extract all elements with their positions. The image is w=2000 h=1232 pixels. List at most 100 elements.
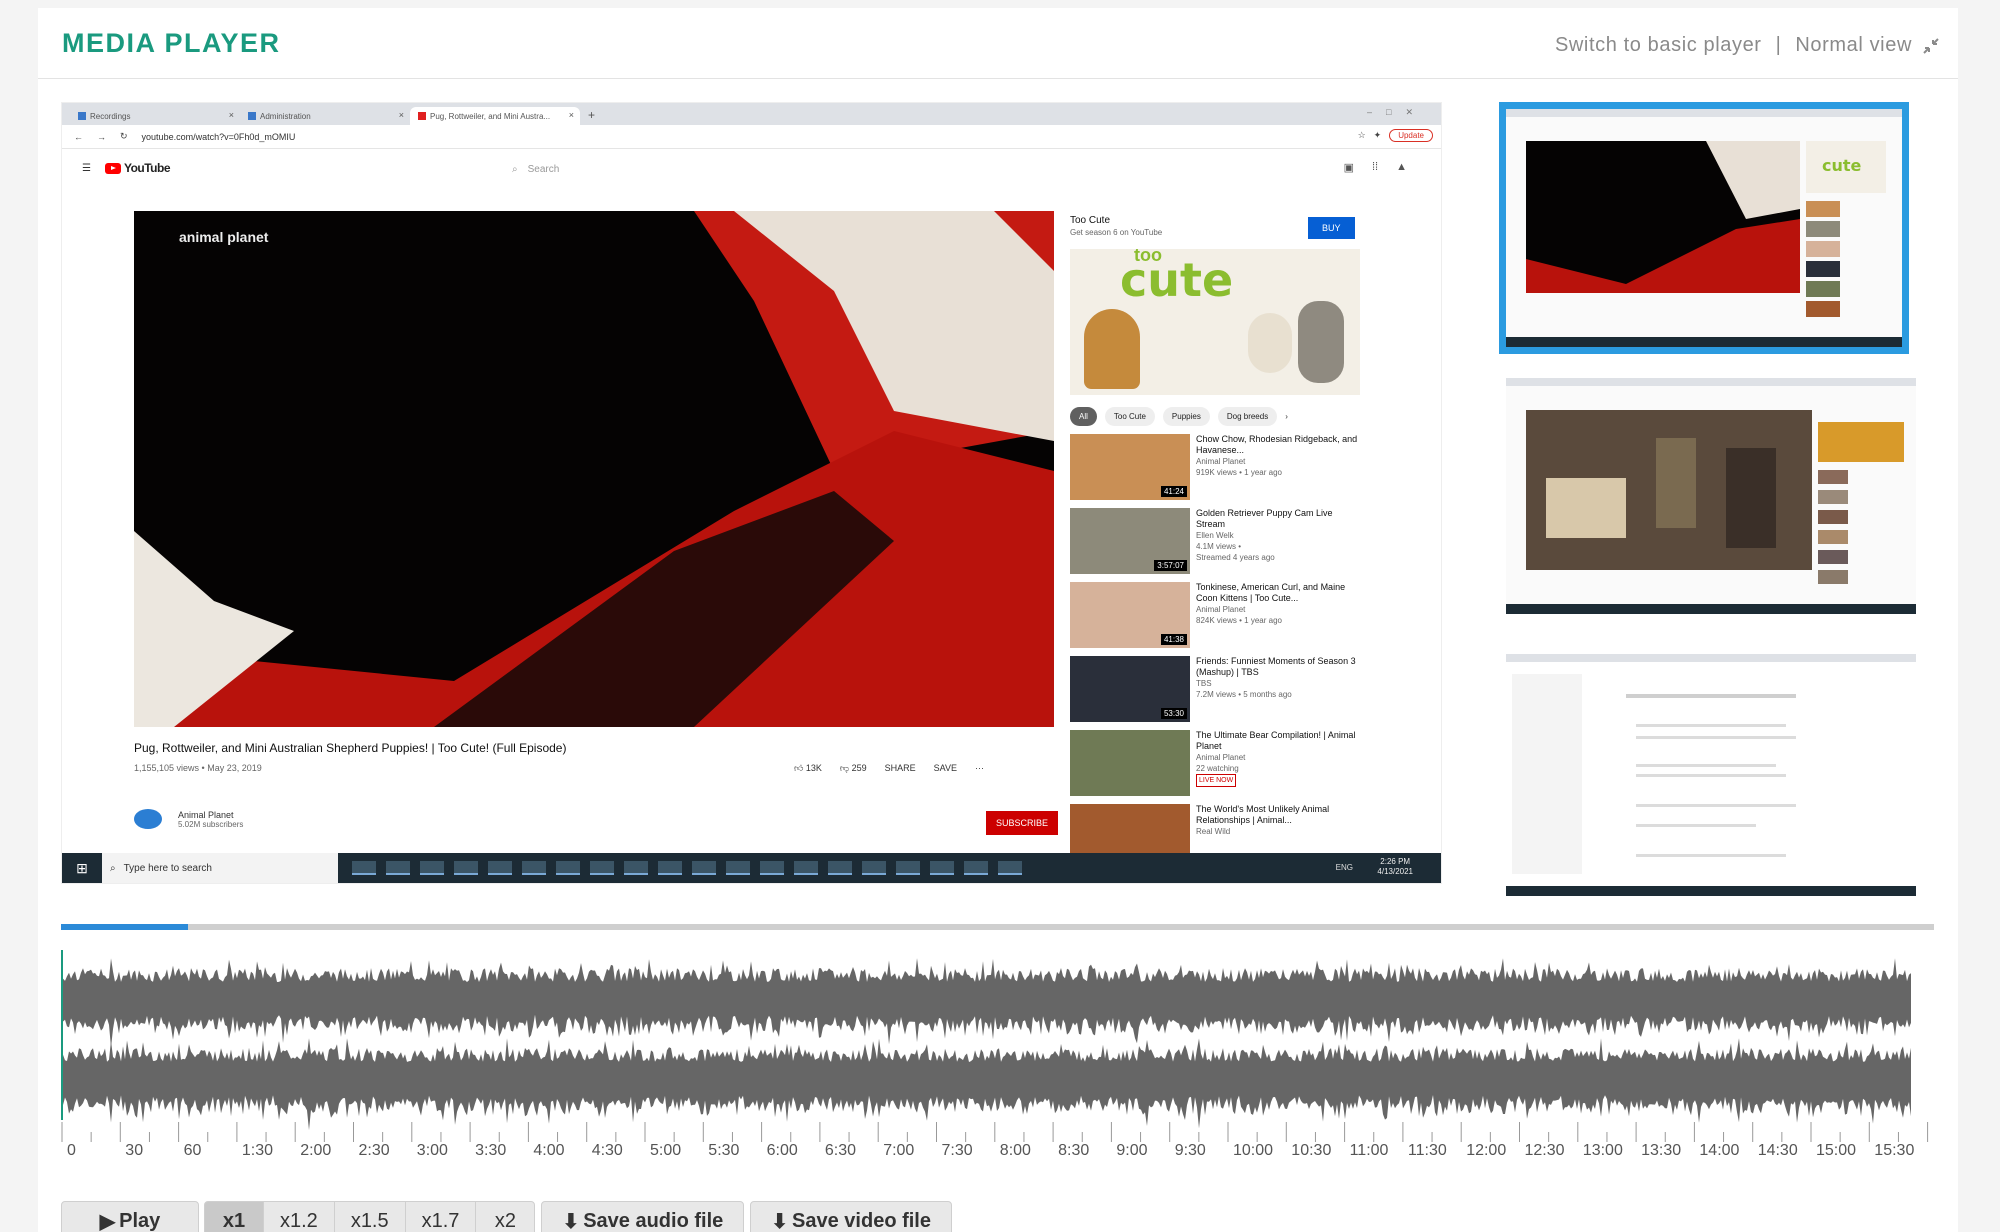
rec-meta: 919K views • 1 year ago bbox=[1196, 468, 1282, 477]
timeline-ruler[interactable]: 0 30 60 1:30 2:00 2:30 3:00 3:30 4:00 4:30 5:00 5:3… bbox=[61, 1122, 1934, 1166]
taskbar-app-icon bbox=[522, 861, 546, 875]
rec-meta: 824K views • 1 year ago bbox=[1196, 616, 1282, 625]
thumbnail-1-selected[interactable]: cute bbox=[1499, 102, 1909, 354]
save-audio-button[interactable]: ⬇ Save audio file bbox=[541, 1201, 745, 1232]
live-badge: LIVE NOW bbox=[1196, 774, 1237, 787]
compress-icon[interactable] bbox=[1922, 37, 1940, 55]
timeline-label: 4:00 bbox=[533, 1142, 565, 1159]
video-content bbox=[134, 211, 1054, 727]
channel-info: Animal Planet 5.02M subscribers bbox=[134, 809, 243, 829]
kitten-shape bbox=[1298, 301, 1344, 383]
taskbar-app-icon bbox=[556, 861, 580, 875]
puppy-shape bbox=[1084, 309, 1140, 389]
timeline-label: 12:30 bbox=[1524, 1142, 1565, 1159]
chip-dog-breeds: Dog breeds bbox=[1217, 407, 1278, 426]
recording-frame[interactable]: Recordings × Administration × Pug, Rottwei… bbox=[61, 102, 1442, 884]
timeline-label: 6:30 bbox=[824, 1142, 857, 1159]
timeline-label: 11:00 bbox=[1349, 1142, 1389, 1159]
chip-too-cute: Too Cute bbox=[1104, 407, 1155, 426]
recommendations: 41:24 Chow Chow, Rhodesian Ridgeback, and… bbox=[1070, 434, 1360, 870]
browser-tabbar: Recordings × Administration × Pug, Rottwei… bbox=[62, 103, 1441, 125]
rec-channel: Real Wild bbox=[1196, 827, 1231, 836]
video-actions: 👍︎ 13K 👎︎ 259 SHARE SAVE ··· bbox=[794, 763, 984, 774]
taskbar-app-icon bbox=[692, 861, 716, 875]
audio-waveform[interactable] bbox=[61, 950, 1934, 1130]
video-meta: 1,155,105 views • May 23, 2019 bbox=[134, 763, 262, 773]
likes-value: 13K bbox=[805, 763, 822, 773]
back-icon: ← bbox=[74, 131, 83, 142]
speed-x2-button[interactable]: x2 bbox=[475, 1201, 536, 1232]
speed-x1-7-button[interactable]: x1.7 bbox=[404, 1201, 477, 1232]
browser-toolbar: ☆ ✦ Update bbox=[1358, 129, 1433, 142]
recommendation-thumbnail: 41:38 bbox=[1070, 582, 1190, 648]
share-action: SHARE bbox=[884, 763, 916, 773]
taskbar-date: 4/13/2021 bbox=[1377, 867, 1413, 876]
taskbar-app-icon bbox=[760, 861, 784, 875]
thumbnail-2[interactable] bbox=[1506, 378, 1916, 614]
browser-tab: Recordings × bbox=[70, 107, 240, 125]
chip-puppies: Puppies bbox=[1162, 407, 1210, 426]
speed-x1-5-button[interactable]: x1.5 bbox=[333, 1201, 406, 1232]
recommendation-text: The Ultimate Bear Compilation! | Animal … bbox=[1196, 730, 1360, 796]
thumbnail-3[interactable] bbox=[1506, 654, 1916, 896]
search-icon: ⌕ bbox=[110, 862, 116, 874]
timeline-label: 6:00 bbox=[766, 1142, 798, 1159]
rec-meta: 4.1M views • bbox=[1196, 542, 1242, 551]
thumbnail-image: cute bbox=[1506, 109, 1902, 347]
recordings-favicon-icon bbox=[78, 112, 86, 120]
save-audio-label: Save audio file bbox=[583, 1209, 724, 1232]
speed-x1-button[interactable]: x1 bbox=[204, 1201, 264, 1232]
speed-x1-2-button[interactable]: x1.2 bbox=[263, 1201, 335, 1232]
rec-title: The Ultimate Bear Compilation! | Animal … bbox=[1196, 730, 1356, 751]
taskbar-language: ENG bbox=[1335, 863, 1353, 872]
duration-badge: 41:24 bbox=[1160, 486, 1187, 497]
waveform-channel-1 bbox=[61, 958, 1911, 1048]
recommendation-item: 41:38 Tonkinese, American Curl, and Maine… bbox=[1070, 582, 1360, 648]
address-bar: ← → ↻ youtube.com/watch?v=0Fh0d_mOMIU ☆ … bbox=[62, 125, 1441, 149]
waveform-channel-2 bbox=[61, 1038, 1911, 1130]
puppy-shape bbox=[1248, 313, 1292, 373]
recommendation-thumbnail bbox=[1070, 730, 1190, 796]
ruler-ticks bbox=[61, 1122, 1929, 1142]
playback-progress-bar[interactable] bbox=[61, 924, 1934, 930]
recommendation-item: The Ultimate Bear Compilation! | Animal … bbox=[1070, 730, 1360, 796]
channel-text: Animal Planet 5.02M subscribers bbox=[178, 810, 243, 829]
chip-row: All Too Cute Puppies Dog breeds › bbox=[1070, 407, 1360, 426]
youtube-search: ⌕ Search bbox=[512, 159, 912, 179]
timeline-label: 30 bbox=[125, 1142, 144, 1159]
play-button[interactable]: ▶ Play bbox=[61, 1201, 199, 1232]
like-count: 👍︎ 13K bbox=[794, 763, 822, 774]
reload-icon: ↻ bbox=[120, 131, 128, 141]
timeline-label: 8:00 bbox=[999, 1142, 1031, 1159]
window-controls: –□✕ bbox=[1367, 107, 1427, 117]
admin-favicon-icon bbox=[248, 112, 256, 120]
recommendation-item: 3:57:07 Golden Retriever Puppy Cam Live S… bbox=[1070, 508, 1360, 574]
taskbar-time: 2:26 PM bbox=[1380, 857, 1411, 866]
timeline-label: 9:30 bbox=[1174, 1142, 1206, 1159]
tab-label: Administration bbox=[260, 111, 311, 121]
taskbar-app-icon bbox=[454, 861, 478, 875]
save-video-button[interactable]: ⬇ Save video file bbox=[750, 1201, 952, 1232]
chevron-right-icon: › bbox=[1285, 412, 1288, 421]
youtube-topbar: ☰ YouTube ⌕ Search ▣ ⁞⁞ ▲ bbox=[62, 149, 1441, 187]
ad-block: Too Cute Get season 6 on YouTube BUY too… bbox=[1070, 215, 1360, 395]
timeline-label: 9:00 bbox=[1116, 1142, 1148, 1159]
timeline-label: 4:30 bbox=[591, 1142, 623, 1159]
channel-name: Animal Planet bbox=[178, 809, 234, 820]
rec-channel: Animal Planet bbox=[1196, 605, 1246, 614]
rec-title: Golden Retriever Puppy Cam Live Stream bbox=[1196, 508, 1333, 529]
switch-basic-player-link[interactable]: Switch to basic player bbox=[1555, 34, 1762, 57]
timeline-label: 12:00 bbox=[1466, 1142, 1507, 1159]
play-label: Play bbox=[119, 1209, 161, 1232]
play-icon: ▶ bbox=[99, 1210, 120, 1232]
recommendation-text: Tonkinese, American Curl, and Maine Coon… bbox=[1196, 582, 1360, 648]
normal-view-link[interactable]: Normal view bbox=[1795, 34, 1912, 57]
rec-channel: Animal Planet bbox=[1196, 457, 1246, 466]
download-icon: ⬇ bbox=[771, 1210, 793, 1232]
browser-tab-active: Pug, Rottweiler, and Mini Austra... × bbox=[410, 107, 580, 125]
taskbar-app-icon bbox=[862, 861, 886, 875]
timeline-label: 15:30 bbox=[1874, 1142, 1915, 1159]
close-icon: × bbox=[568, 110, 574, 120]
timeline-label: 7:00 bbox=[883, 1142, 915, 1159]
apps-icon: ⁞⁞ bbox=[1371, 161, 1379, 173]
